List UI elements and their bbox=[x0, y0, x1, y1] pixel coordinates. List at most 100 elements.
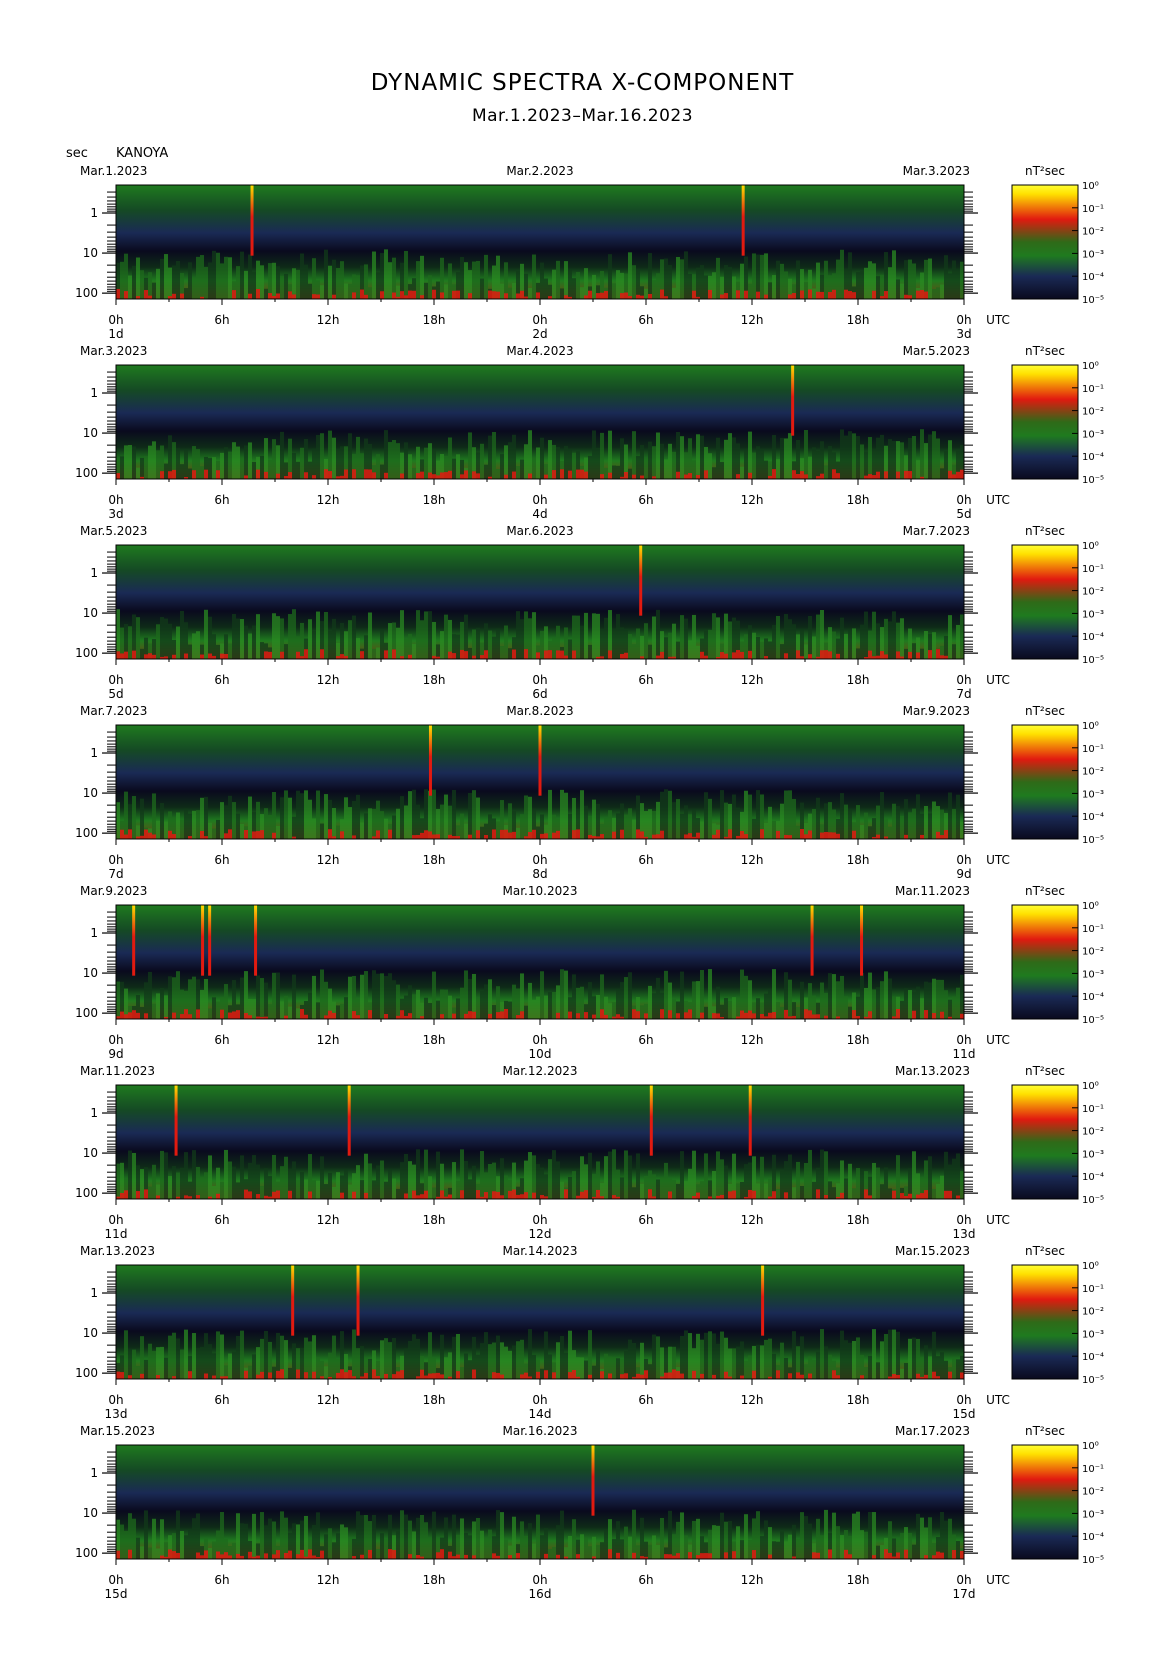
panel-3-texture bbox=[676, 641, 680, 659]
panel-3-texture-red bbox=[624, 652, 628, 659]
panel-2-texture bbox=[824, 465, 828, 479]
panel-4-texture bbox=[460, 813, 464, 839]
panel-2-texture-red bbox=[420, 471, 424, 479]
panel-8-texture-red bbox=[448, 1551, 452, 1559]
panel-4-texture bbox=[320, 823, 324, 839]
panel-5-texture-red bbox=[912, 1010, 916, 1019]
panel-8-texture bbox=[148, 1547, 152, 1559]
panel-8-texture bbox=[592, 1536, 596, 1559]
panel-2-texture-red bbox=[956, 471, 960, 479]
panel-5-colorbar-label: 10⁻⁴ bbox=[1082, 992, 1104, 1003]
panel-1-texture-red bbox=[872, 290, 876, 299]
panel-4-texture bbox=[236, 813, 240, 839]
panel-8-texture-red bbox=[440, 1549, 444, 1559]
panel-6-texture-red bbox=[244, 1189, 248, 1199]
panel-8-texture bbox=[244, 1523, 248, 1559]
panel-3-texture bbox=[568, 639, 572, 659]
panel-7-texture-red bbox=[832, 1370, 836, 1379]
panel-5-texture bbox=[832, 974, 836, 1019]
panel-8-texture bbox=[668, 1510, 672, 1559]
panel-7-texture-red bbox=[724, 1371, 728, 1379]
panel-4-texture bbox=[400, 796, 404, 839]
panel-3-texture bbox=[632, 644, 636, 659]
panel-8-texture bbox=[428, 1537, 432, 1559]
panel-7-texture-red bbox=[588, 1374, 592, 1379]
panel-7-texture bbox=[732, 1348, 736, 1379]
panel-1-texture bbox=[460, 257, 464, 299]
panel-8-texture-red bbox=[544, 1553, 548, 1559]
panel-5-texture bbox=[320, 969, 324, 1019]
panel-3-texture bbox=[652, 616, 656, 659]
panel-4-texture-red bbox=[352, 835, 356, 839]
panel-8-texture bbox=[260, 1512, 264, 1559]
panel-1-mid-date: Mar.2.2023 bbox=[506, 164, 573, 178]
panel-7-texture bbox=[136, 1365, 140, 1379]
panel-1-texture bbox=[252, 271, 256, 299]
panel-6-texture bbox=[848, 1163, 852, 1199]
panel-7-texture bbox=[660, 1347, 664, 1379]
panel-7-texture bbox=[952, 1358, 956, 1379]
panel-7-texture bbox=[232, 1351, 236, 1379]
panel-6-spike-4 bbox=[748, 1085, 752, 1156]
panel-1-texture bbox=[200, 255, 204, 299]
panel-3-texture-red bbox=[620, 653, 624, 659]
panel-7-texture-red bbox=[916, 1373, 920, 1379]
panel-3-texture-red bbox=[560, 650, 564, 659]
panel-2-texture bbox=[340, 446, 344, 479]
panel-6-texture bbox=[456, 1180, 460, 1199]
panel-4-texture bbox=[764, 822, 768, 839]
panel-3-texture bbox=[648, 644, 652, 659]
panel-7-texture bbox=[632, 1342, 636, 1379]
panel-1-texture bbox=[748, 283, 752, 299]
panel-2-xunit: UTC bbox=[986, 493, 1010, 507]
panel-2-xtick-label: 18h bbox=[847, 493, 870, 507]
panel-4-texture bbox=[184, 808, 188, 839]
panel-6-texture bbox=[620, 1177, 624, 1199]
panel-8-right-date: Mar.17.2023 bbox=[895, 1424, 970, 1438]
panel-1-texture-red bbox=[604, 290, 608, 299]
panel-8-texture-red bbox=[696, 1555, 700, 1559]
panel-4-texture bbox=[680, 813, 684, 839]
panel-6-texture bbox=[416, 1149, 420, 1199]
panel-4-xtick-label: 6h bbox=[638, 853, 653, 867]
panel-7-texture bbox=[812, 1359, 816, 1379]
panel-1-texture bbox=[592, 274, 596, 299]
panel-5-texture bbox=[840, 975, 844, 1019]
panel-2-texture-red bbox=[696, 474, 700, 479]
panel-6-texture bbox=[504, 1175, 508, 1199]
panel-3-texture bbox=[284, 644, 288, 659]
panel-2-texture-red bbox=[884, 471, 888, 479]
panel-2-texture-red bbox=[264, 471, 268, 479]
panel-1-texture-red bbox=[536, 292, 540, 299]
panel-2-texture-red bbox=[416, 473, 420, 479]
panel-4-texture bbox=[188, 813, 192, 839]
panel-1-texture bbox=[216, 252, 220, 299]
panel-1-texture bbox=[836, 259, 840, 299]
panel-2-texture-red bbox=[836, 473, 840, 479]
panel-2-texture bbox=[356, 436, 360, 479]
panel-1-texture-red bbox=[412, 290, 416, 299]
panel-7-texture bbox=[896, 1331, 900, 1379]
panel-5-xtick-label: 0h bbox=[956, 1033, 971, 1047]
panel-4-texture-red bbox=[412, 835, 416, 839]
panel-4-texture bbox=[604, 818, 608, 839]
panel-7-texture bbox=[560, 1335, 564, 1379]
panel-6-texture bbox=[652, 1174, 656, 1199]
panel-3-colorbar-label: 10⁻² bbox=[1082, 587, 1104, 598]
panel-5-texture-red bbox=[332, 1012, 336, 1019]
panel-7-texture bbox=[748, 1355, 752, 1379]
panel-1-texture bbox=[336, 268, 340, 299]
panel-7-texture-red bbox=[776, 1370, 780, 1379]
panel-3-texture bbox=[844, 633, 848, 659]
panel-2-texture-red bbox=[364, 469, 368, 479]
panel-1-texture-red bbox=[432, 289, 436, 299]
panel-3-texture-red bbox=[320, 649, 324, 659]
panel-1-texture bbox=[568, 269, 572, 299]
panel-6-texture bbox=[720, 1159, 724, 1199]
panel-4-texture-red bbox=[640, 831, 644, 839]
panel-8-texture-red bbox=[668, 1554, 672, 1559]
panel-2-texture-red bbox=[908, 471, 912, 479]
panel-7-texture-red bbox=[304, 1372, 308, 1379]
panel-4-texture-red bbox=[504, 829, 508, 839]
panel-3-texture bbox=[792, 624, 796, 659]
